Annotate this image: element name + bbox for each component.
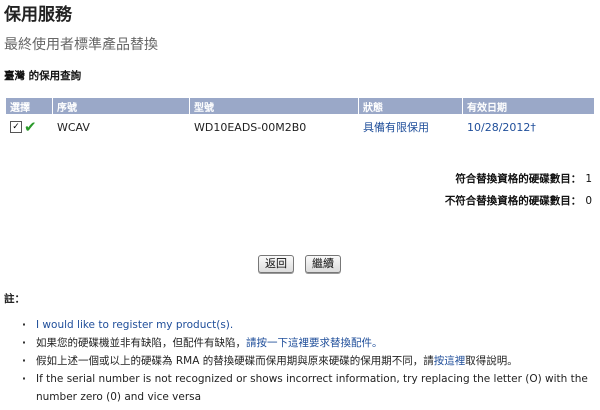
col-expiry-header: 有效日期 [463,98,594,114]
expiry-cell: 10/28/2012† [463,114,594,140]
list-item: I would like to register my product(s). [22,316,592,334]
page-subtitle: 最終使用者標準產品替換 [4,37,158,53]
rma-help-link[interactable]: 按這裡 [434,355,466,367]
list-item: 如果您的硬碟機並非有缺陷，但配件有缺陷，請按一下這裡要求替換配件。 [22,334,592,352]
eligible-label: 符合替換資格的硬碟數目： [455,173,582,185]
col-model-header: 型號 [190,98,358,114]
notes-list: I would like to register my product(s). … [22,316,592,406]
page-title: 保用服務 [4,5,72,25]
ineligible-value: 0 [585,195,592,207]
eligible-count: 符合替換資格的硬碟數目： 1 [455,171,592,186]
table-header-row: 選擇 序號 型號 狀態 有效日期 [6,98,594,114]
ineligible-label: 不符合替換資格的硬碟數目： [444,195,582,207]
section-title: 臺灣 的保用查詢 [4,70,82,82]
list-item: If the serial number is not recognized o… [22,370,592,406]
table-row: ✓ ✔ WCAV WD10EADS-00M2B0 具備有限保用 10/28/201… [6,114,594,140]
col-serial-header: 序號 [53,98,189,114]
note-text: If the serial number is not recognized o… [36,373,588,403]
list-item: 假如上述一個或以上的硬碟為 RMA 的替換硬碟而保用期與原來硬碟的保用期不同，請… [22,352,592,370]
note-text: 如果您的硬碟機並非有缺陷，但配件有缺陷， [36,337,246,349]
valid-check-icon: ✔ [24,118,37,136]
note-text: 取得說明。 [465,355,518,367]
serial-cell: WCAV [57,120,90,134]
eligible-value: 1 [585,173,592,185]
select-cell: ✓ ✔ [6,114,52,140]
model-cell: WD10EADS-00M2B0 [194,120,307,134]
ineligible-count: 不符合替換資格的硬碟數目： 0 [445,193,592,208]
back-button[interactable]: 返回 [258,255,294,273]
register-link[interactable]: I would like to register my product(s). [36,319,233,331]
replace-accessory-link[interactable]: 請按一下這裡要求替換配件。 [246,337,383,349]
status-link[interactable]: 具備有限保用 [363,121,429,134]
notes-label: 註： [4,293,25,305]
col-status-header: 狀態 [359,98,462,114]
col-select-header: 選擇 [6,98,52,114]
expiry-link[interactable]: 10/28/2012† [467,121,536,134]
select-checkbox[interactable]: ✓ [10,121,22,133]
warranty-table: 選擇 序號 型號 狀態 有效日期 ✓ ✔ WCAV WD10EADS-00M2B0… [5,98,595,140]
status-cell: 具備有限保用 [359,114,462,140]
continue-button[interactable]: 繼續 [305,255,341,273]
note-text: 假如上述一個或以上的硬碟為 RMA 的替換硬碟而保用期與原來硬碟的保用期不同，請 [36,355,434,367]
